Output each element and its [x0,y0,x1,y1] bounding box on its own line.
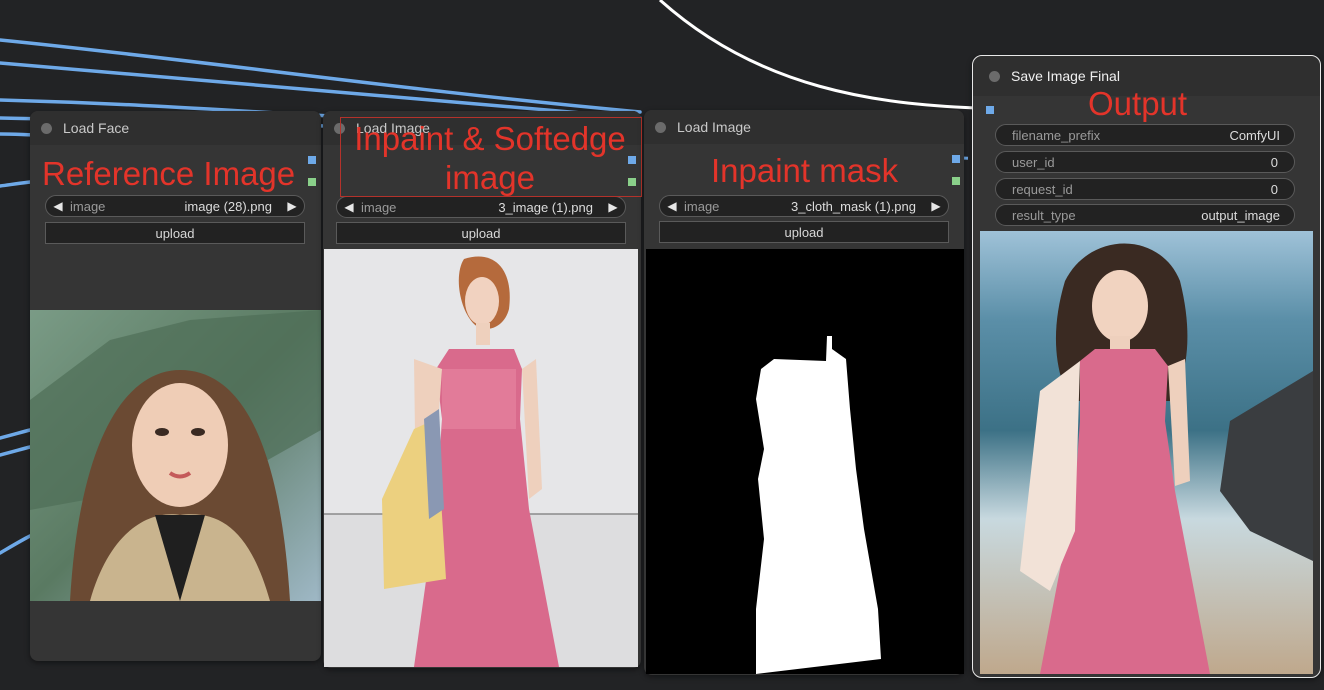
wire-9 [0,534,32,555]
collapse-dot-icon[interactable] [655,121,666,133]
field-label: result_type [1012,207,1076,223]
annotation-reference-image: Reference Image [42,155,296,192]
output-slot-mask[interactable] [952,177,960,185]
image-select[interactable]: ◀ image 3_image (1).png ▶ [336,196,626,218]
field-label: filename_prefix [1012,127,1101,143]
annotation-inpaint-softedge-line1: Inpaint & Softedge [354,120,626,157]
field-request-id[interactable]: request_id 0 [995,178,1295,200]
image-select[interactable]: ◀ image 3_cloth_mask (1).png ▶ [659,195,949,217]
image-select[interactable]: ◀ image image (28).png ▶ [45,195,305,217]
node-title: Save Image Final [1011,68,1120,84]
annotation-inpaint-softedge-line2: image [445,159,535,196]
prev-arrow-icon[interactable]: ◀ [50,199,66,213]
prev-arrow-icon[interactable]: ◀ [664,199,680,213]
upload-button[interactable]: upload [659,221,949,243]
annotation-inpaint-mask: Inpaint mask [711,152,899,189]
node-load-image-mask[interactable]: Load Image ◀ image 3_cloth_mask (1).png … [644,110,964,675]
next-arrow-icon[interactable]: ▶ [284,199,300,213]
prev-arrow-icon[interactable]: ◀ [341,200,357,214]
image-select-label: image [684,198,720,214]
node-header[interactable]: Load Face [30,111,321,145]
next-arrow-icon[interactable]: ▶ [605,200,621,214]
wire-8 [0,445,32,457]
wire-7 [0,428,32,440]
field-user-id[interactable]: user_id 0 [995,151,1295,173]
field-value: 0 [1270,181,1278,197]
image-select-value: image (28).png [184,198,272,214]
reference-face-image [30,310,321,601]
wire-output [658,0,977,110]
next-arrow-icon[interactable]: ▶ [928,199,944,213]
upload-button[interactable]: upload [336,222,626,244]
field-value: ComfyUI [1229,127,1280,143]
output-slot-mask[interactable] [308,178,316,186]
node-load-face[interactable]: Load Face ◀ image image (28).png ▶ uploa… [30,111,321,661]
field-result-type[interactable]: result_type output_image [995,204,1295,226]
image-select-value: 3_image (1).png [498,199,593,215]
field-value: 0 [1270,154,1278,170]
output-slot-image[interactable] [308,156,316,164]
image-select-label: image [70,198,106,214]
node-header[interactable]: Load Image [644,110,964,144]
node-title: Load Face [63,120,130,136]
image-select-value: 3_cloth_mask (1).png [790,198,916,214]
upload-button[interactable]: upload [45,222,305,244]
inpaint-mask-image [646,249,964,674]
image-select-label: image [361,199,397,215]
field-value: output_image [1201,207,1280,223]
node-title: Load Image [677,119,751,135]
input-slot-images[interactable] [986,106,994,114]
field-filename-prefix[interactable]: filename_prefix ComfyUI [995,124,1295,146]
node-save-image-final[interactable]: Save Image Final filename_prefix ComfyUI… [972,55,1321,678]
annotation-output: Output [1088,85,1188,122]
output-slot-image[interactable] [952,155,960,163]
wire-1 [0,38,642,114]
field-label: request_id [1012,181,1073,197]
wire-2 [0,61,642,120]
field-label: user_id [1012,154,1055,170]
inpaint-source-image [324,249,638,667]
output-image [980,231,1313,674]
collapse-dot-icon[interactable] [41,122,52,134]
collapse-dot-icon[interactable] [989,70,1000,82]
